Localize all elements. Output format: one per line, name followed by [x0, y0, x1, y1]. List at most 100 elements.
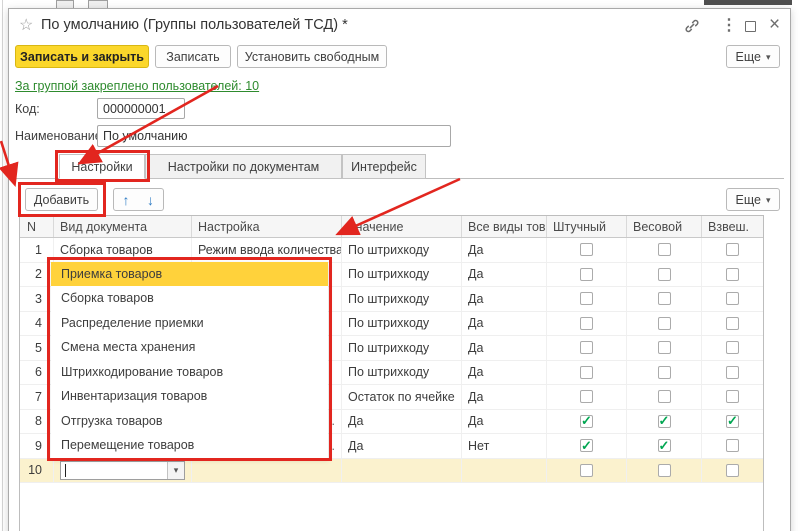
checkbox-unchecked[interactable] — [658, 341, 671, 354]
cell-doc-type[interactable]: ▾ — [54, 459, 192, 483]
header-cell[interactable]: Взвеш. — [702, 216, 763, 237]
checkbox-checked[interactable]: ✓ — [726, 415, 739, 428]
cell-weighed[interactable] — [702, 434, 763, 458]
header-cell[interactable]: Штучный — [547, 216, 627, 237]
cell-weighed[interactable] — [702, 238, 763, 262]
cell-value[interactable]: По штрихкоду — [342, 287, 462, 311]
cell-setting[interactable] — [192, 459, 342, 483]
cell-doc[interactable]: Сборка товаров — [54, 238, 192, 262]
dropdown-item[interactable]: Перемещение товаров — [51, 433, 328, 458]
cell-all_kinds[interactable]: Да — [462, 263, 547, 287]
more-button-grid[interactable]: Еще ▾ — [726, 188, 780, 211]
cell-value[interactable]: По штрихкоду — [342, 263, 462, 287]
cell-weighed[interactable] — [702, 336, 763, 360]
tab-interface[interactable]: Интерфейс — [342, 154, 426, 179]
checkbox-unchecked[interactable] — [580, 341, 593, 354]
cell-weight[interactable] — [627, 287, 702, 311]
combobox-arrow-button[interactable]: ▾ — [167, 462, 184, 479]
checkbox-unchecked[interactable] — [726, 366, 739, 379]
checkbox-unchecked[interactable] — [726, 268, 739, 281]
checkbox-unchecked[interactable] — [580, 390, 593, 403]
cell-value[interactable]: Остаток по ячейке — [342, 385, 462, 409]
cell-piece[interactable]: ✓ — [547, 434, 627, 458]
checkbox-unchecked[interactable] — [658, 268, 671, 281]
checkbox-unchecked[interactable] — [726, 464, 739, 477]
doc-type-combobox[interactable]: ▾ — [60, 461, 185, 480]
cell-all_kinds[interactable]: Да — [462, 385, 547, 409]
dropdown-item[interactable]: Распределение приемки — [51, 311, 328, 336]
checkbox-unchecked[interactable] — [726, 243, 739, 256]
checkbox-checked[interactable]: ✓ — [580, 439, 593, 452]
cell-piece[interactable] — [547, 312, 627, 336]
cell-piece[interactable] — [547, 263, 627, 287]
cell-weighed[interactable] — [702, 459, 763, 483]
save-button[interactable]: Записать — [155, 45, 231, 68]
checkbox-unchecked[interactable] — [658, 366, 671, 379]
checkbox-unchecked[interactable] — [658, 243, 671, 256]
header-cell[interactable]: Значение — [342, 216, 462, 237]
header-cell[interactable]: Настройка — [192, 216, 342, 237]
cell-piece[interactable] — [547, 238, 627, 262]
cell-weight[interactable] — [627, 312, 702, 336]
cell-value[interactable]: По штрихкоду — [342, 238, 462, 262]
cell-n[interactable]: 5 — [20, 336, 54, 360]
cell-weighed[interactable] — [702, 361, 763, 385]
cell-n[interactable]: 7 — [20, 385, 54, 409]
cell-weighed[interactable] — [702, 263, 763, 287]
code-input[interactable] — [97, 98, 185, 119]
dropdown-item[interactable]: Инвентаризация товаров — [51, 384, 328, 409]
cell-piece[interactable] — [547, 361, 627, 385]
dropdown-item[interactable]: Смена места хранения — [51, 335, 328, 360]
header-cell[interactable]: Вид документа — [54, 216, 192, 237]
tab-settings[interactable]: Настройки — [59, 154, 145, 179]
cell-weight[interactable] — [627, 459, 702, 483]
cell-n[interactable]: 2 — [20, 263, 54, 287]
cell-all_kinds[interactable]: Да — [462, 312, 547, 336]
cell-piece[interactable] — [547, 459, 627, 483]
cell-weight[interactable] — [627, 336, 702, 360]
name-input[interactable] — [97, 125, 451, 147]
cell-weighed[interactable]: ✓ — [702, 410, 763, 434]
favorite-star-icon[interactable]: ☆ — [19, 15, 33, 35]
checkbox-unchecked[interactable] — [580, 243, 593, 256]
checkbox-unchecked[interactable] — [580, 317, 593, 330]
checkbox-unchecked[interactable] — [580, 268, 593, 281]
cell-all_kinds[interactable]: Да — [462, 336, 547, 360]
cell-all_kinds[interactable]: Нет — [462, 434, 547, 458]
checkbox-unchecked[interactable] — [726, 390, 739, 403]
checkbox-unchecked[interactable] — [726, 317, 739, 330]
cell-piece[interactable] — [547, 385, 627, 409]
checkbox-unchecked[interactable] — [726, 341, 739, 354]
set-free-button[interactable]: Установить свободным — [237, 45, 387, 68]
cell-weighed[interactable] — [702, 312, 763, 336]
checkbox-unchecked[interactable] — [658, 317, 671, 330]
checkbox-unchecked[interactable] — [580, 464, 593, 477]
cell-weighed[interactable] — [702, 287, 763, 311]
checkbox-unchecked[interactable] — [580, 366, 593, 379]
header-cell[interactable]: N — [20, 216, 54, 237]
cell-weight[interactable] — [627, 238, 702, 262]
cell-piece[interactable]: ✓ — [547, 410, 627, 434]
kebab-menu-icon[interactable]: ⋮ — [721, 15, 737, 35]
save-close-button[interactable]: Записать и закрыть — [15, 45, 149, 68]
add-button[interactable]: Добавить — [25, 188, 98, 211]
cell-n[interactable]: 6 — [20, 361, 54, 385]
cell-n[interactable]: 9 — [20, 434, 54, 458]
cell-value[interactable]: Да — [342, 410, 462, 434]
maximize-icon[interactable] — [745, 21, 756, 32]
checkbox-checked[interactable]: ✓ — [580, 415, 593, 428]
cell-value[interactable]: По штрихкоду — [342, 336, 462, 360]
cell-value[interactable]: По штрихкоду — [342, 361, 462, 385]
cell-weighed[interactable] — [702, 385, 763, 409]
checkbox-unchecked[interactable] — [658, 292, 671, 305]
move-up-button[interactable]: ↑ — [113, 188, 139, 211]
cell-n[interactable]: 10 — [20, 459, 54, 483]
cell-all_kinds[interactable]: Да — [462, 238, 547, 262]
checkbox-checked[interactable]: ✓ — [658, 415, 671, 428]
header-cell[interactable]: Все виды това... — [462, 216, 547, 237]
cell-all_kinds[interactable]: Да — [462, 361, 547, 385]
cell-n[interactable]: 1 — [20, 238, 54, 262]
cell-weight[interactable]: ✓ — [627, 434, 702, 458]
cell-n[interactable]: 4 — [20, 312, 54, 336]
cell-value[interactable]: По штрихкоду — [342, 312, 462, 336]
